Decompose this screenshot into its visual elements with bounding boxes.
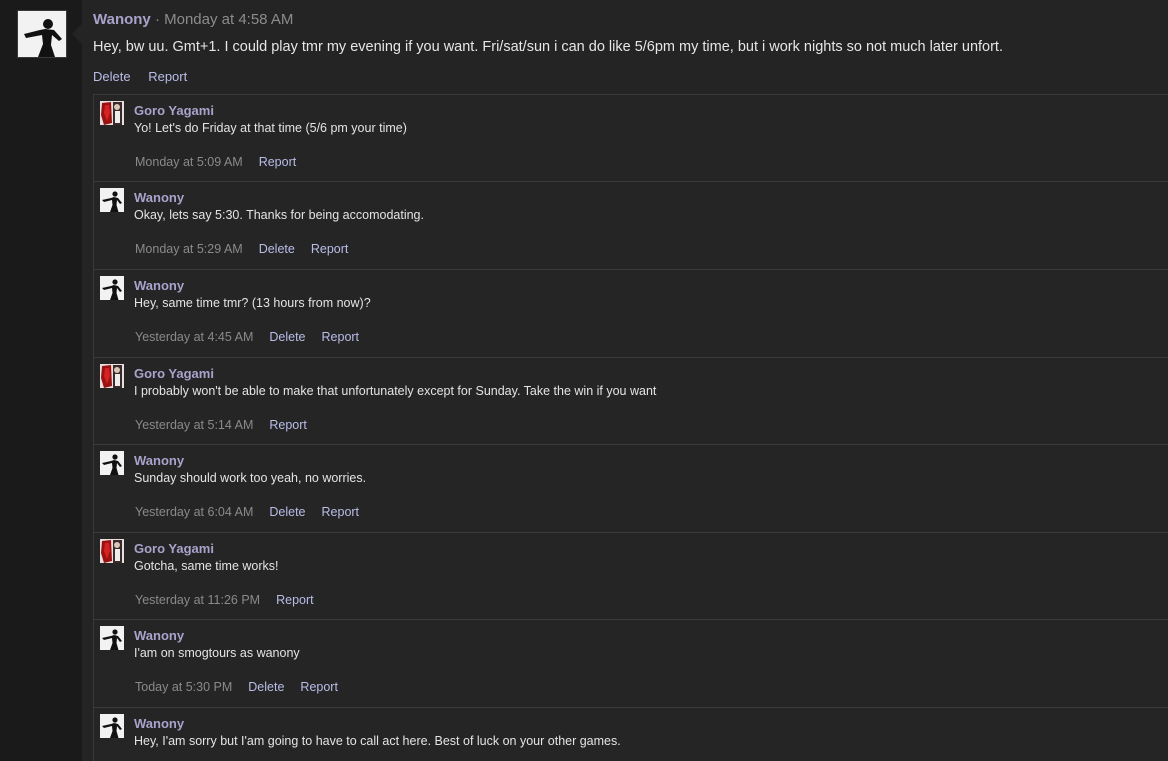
comment-actions: Yesterday at 6:04 AM Delete Report [135,504,359,521]
comment-item: Goro Yagami I probably won't be able to … [94,358,1168,445]
comment-text: Yo! Let's do Friday at that time (5/6 pm… [134,121,407,135]
wanony-avatar[interactable] [100,451,124,475]
comment-timestamp[interactable]: Yesterday at 5:14 AM [135,418,253,432]
post-report-link[interactable]: Report [148,69,187,84]
comment-author-name[interactable]: Goro Yagami [134,102,214,119]
post-body: Hey, bw uu. Gmt+1. I could play tmr my e… [93,39,1003,55]
comment-item: Wanony Okay, lets say 5:30. Thanks for b… [94,182,1168,270]
goro-avatar[interactable] [100,539,124,563]
comment-text: Hey, same time tmr? (13 hours from now)? [134,296,371,310]
post-header: Wanony · Monday at 4:58 AM [93,10,293,30]
wanony-avatar[interactable] [100,188,124,212]
comment-item: Wanony Hey, same time tmr? (13 hours fro… [94,270,1168,358]
goro-avatar[interactable] [100,101,124,125]
comment-delete-link[interactable]: Delete [269,330,305,344]
post-meta-separator: · [154,11,160,28]
comment-report-link[interactable]: Report [311,242,349,256]
comment-report-link[interactable]: Report [276,593,314,607]
comment-text: I probably won't be able to make that un… [134,384,657,398]
comment-actions: Monday at 5:29 AM Delete Report [135,241,348,258]
post-delete-link[interactable]: Delete [93,69,131,84]
comment-timestamp[interactable]: Monday at 5:09 AM [135,155,243,169]
post-timestamp[interactable]: Monday at 4:58 AM [164,11,293,28]
comment-delete-link[interactable]: Delete [269,505,305,519]
comment-timestamp[interactable]: Yesterday at 11:26 PM [135,593,260,607]
post-actions: Delete Report [93,68,187,86]
comment-delete-link[interactable]: Delete [259,242,295,256]
comment-author-name[interactable]: Wanony [134,189,184,206]
comment-timestamp[interactable]: Yesterday at 6:04 AM [135,505,253,519]
comment-report-link[interactable]: Report [269,418,307,432]
comment-item: Wanony Hey, I'am sorry but I'am going to… [94,708,1168,761]
comment-report-link[interactable]: Report [322,330,360,344]
comment-timestamp[interactable]: Today at 5:30 PM [135,680,232,694]
comment-actions: Today at 5:30 PM Delete Report [135,679,338,696]
comment-item: Wanony Sunday should work too yeah, no w… [94,445,1168,533]
wanony-avatar[interactable] [100,626,124,650]
comment-author-name[interactable]: Wanony [134,715,184,732]
comment-actions: Yesterday at 4:45 AM Delete Report [135,329,359,346]
comment-report-link[interactable]: Report [259,155,297,169]
wanony-avatar[interactable] [100,276,124,300]
wanony-avatar[interactable] [17,10,67,58]
comment-text: Gotcha, same time works! [134,559,279,573]
comment-author-name[interactable]: Wanony [134,277,184,294]
comment-text: Okay, lets say 5:30. Thanks for being ac… [134,208,424,222]
comment-report-link[interactable]: Report [300,680,338,694]
post-author-name[interactable]: Wanony [93,11,151,28]
comment-timestamp[interactable]: Yesterday at 4:45 AM [135,330,253,344]
comment-actions: Yesterday at 5:14 AM Report [135,417,307,434]
comment-item: Wanony I'am on smogtours as wanony Today… [94,620,1168,708]
left-gutter [0,0,82,761]
comment-list: Goro Yagami Yo! Let's do Friday at that … [93,94,1168,761]
comment-report-link[interactable]: Report [322,505,360,519]
comment-item: Goro Yagami Yo! Let's do Friday at that … [94,95,1168,182]
goro-avatar[interactable] [100,364,124,388]
comment-actions: Yesterday at 11:26 PM Report [135,592,314,609]
comment-actions: Monday at 5:09 AM Report [135,154,296,171]
comment-timestamp[interactable]: Monday at 5:29 AM [135,242,243,256]
comment-author-name[interactable]: Wanony [134,627,184,644]
comment-author-name[interactable]: Goro Yagami [134,540,214,557]
post-pointer-arrow [72,24,82,44]
comment-author-name[interactable]: Goro Yagami [134,365,214,382]
comment-text: I'am on smogtours as wanony [134,646,300,660]
comment-delete-link[interactable]: Delete [248,680,284,694]
wanony-avatar[interactable] [100,714,124,738]
comment-text: Sunday should work too yeah, no worries. [134,471,367,485]
comment-text: Hey, I'am sorry but I'am going to have t… [134,734,621,748]
comment-item: Goro Yagami Gotcha, same time works! Yes… [94,533,1168,620]
profile-post-page: Wanony · Monday at 4:58 AM Hey, bw uu. G… [0,0,1168,761]
comment-author-name[interactable]: Wanony [134,452,184,469]
